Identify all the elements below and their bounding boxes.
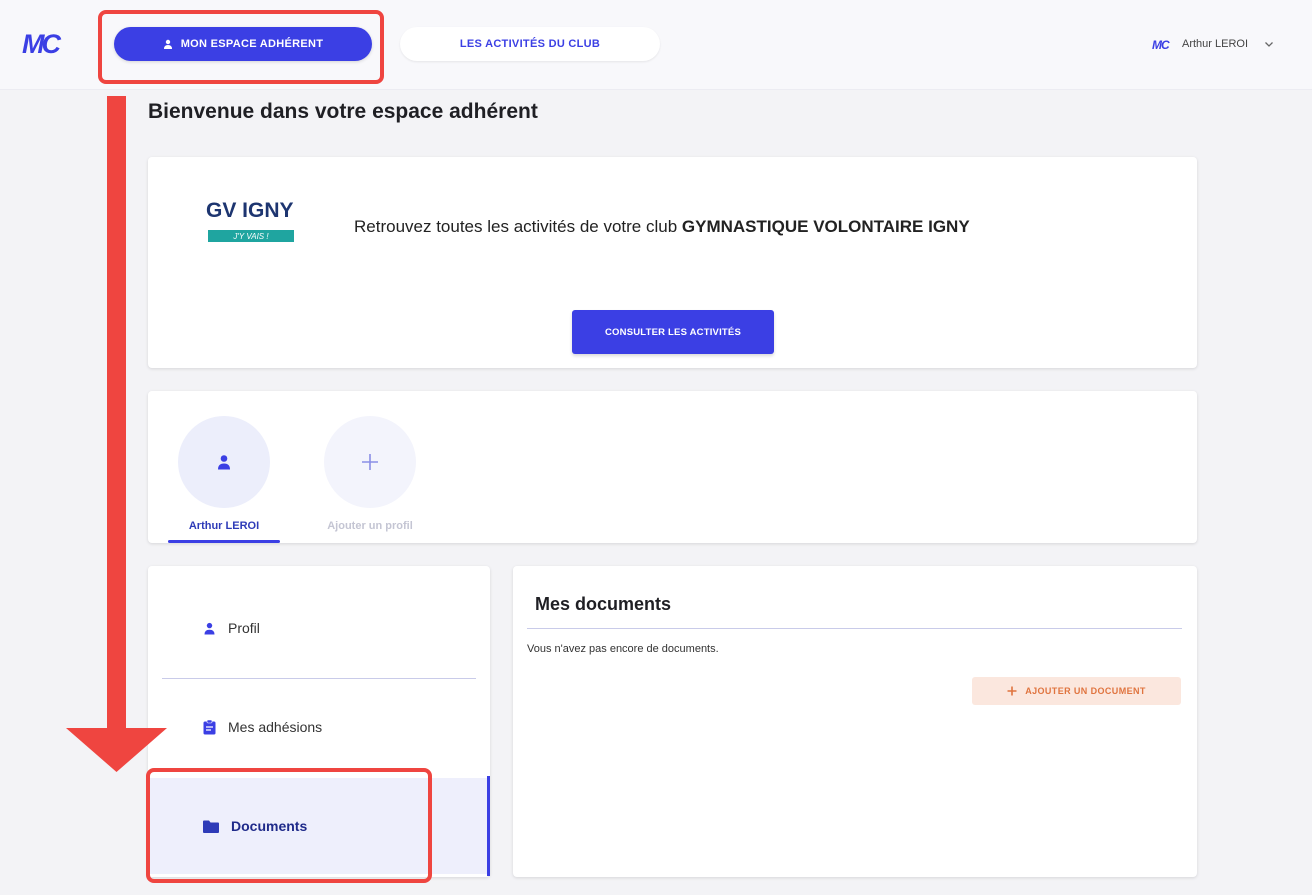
svg-text:MC: MC	[22, 30, 61, 56]
club-text-prefix: Retrouvez toutes les activités de votre …	[354, 217, 678, 236]
user-logo: MC	[1152, 38, 1176, 50]
club-name: GYMNASTIQUE VOLONTAIRE IGNY	[681, 217, 970, 236]
sidebar-item-label: Mes adhésions	[228, 719, 323, 735]
add-profile-button[interactable]: Ajouter un profil	[320, 416, 420, 532]
nav-activites-club-button[interactable]: LES ACTIVITÉS DU CLUB	[400, 27, 660, 61]
add-profile-label: Ajouter un profil	[327, 520, 413, 532]
app-logo[interactable]: MC	[22, 30, 88, 56]
documents-title: Mes documents	[535, 594, 672, 614]
consult-activities-button[interactable]: CONSULTER LES ACTIVITÉS	[572, 310, 774, 354]
nav-secondary-label: LES ACTIVITÉS DU CLUB	[459, 38, 601, 50]
club-card: GV IGNY J'Y VAIS ! Retrouvez toutes les …	[148, 157, 1197, 368]
annotation-arrow-down-icon	[66, 96, 186, 776]
add-document-label: AJOUTER UN DOCUMENT	[1025, 686, 1146, 696]
plus-icon	[360, 452, 380, 472]
sidebar-item-label: Profil	[228, 620, 260, 636]
profile-name: Arthur LEROI	[188, 520, 260, 532]
svg-text:GV IGNY: GV IGNY	[206, 199, 294, 222]
user-menu[interactable]: MC Arthur LEROI	[1152, 33, 1274, 55]
user-name: Arthur LEROI	[1182, 38, 1249, 50]
svg-text:MC: MC	[1152, 38, 1170, 50]
plus-icon	[1007, 686, 1017, 696]
person-icon	[216, 454, 232, 470]
annotation-highlight-documents	[146, 768, 432, 883]
profile-tab-arthur-leroi[interactable]: Arthur LEROI	[168, 416, 280, 543]
sidebar-item-mes-adhesions[interactable]: Mes adhésions	[148, 679, 490, 775]
page: MC MON ESPACE ADHÉRENT LES ACTIVITÉS DU …	[0, 0, 1312, 895]
add-document-button[interactable]: AJOUTER UN DOCUMENT	[972, 677, 1181, 705]
avatar	[178, 416, 270, 508]
club-logo: GV IGNY J'Y VAIS !	[206, 195, 306, 255]
person-icon	[203, 622, 216, 635]
annotation-highlight-nav	[98, 10, 384, 84]
sidebar-active-indicator	[487, 776, 490, 876]
add-profile-circle	[324, 416, 416, 508]
documents-empty-message: Vous n'avez pas encore de documents.	[527, 643, 719, 655]
club-description: Retrouvez toutes les activités de votre …	[354, 217, 970, 237]
documents-panel: Mes documents Vous n'avez pas encore de …	[513, 566, 1197, 877]
svg-text:J'Y VAIS !: J'Y VAIS !	[232, 232, 269, 241]
documents-divider	[527, 628, 1182, 629]
sidebar-item-profil[interactable]: Profil	[148, 580, 490, 676]
page-title: Bienvenue dans votre espace adhérent	[148, 100, 538, 123]
clipboard-icon	[203, 719, 216, 735]
chevron-down-icon	[1264, 39, 1274, 49]
profiles-card: Arthur LEROI Ajouter un profil	[148, 391, 1197, 543]
